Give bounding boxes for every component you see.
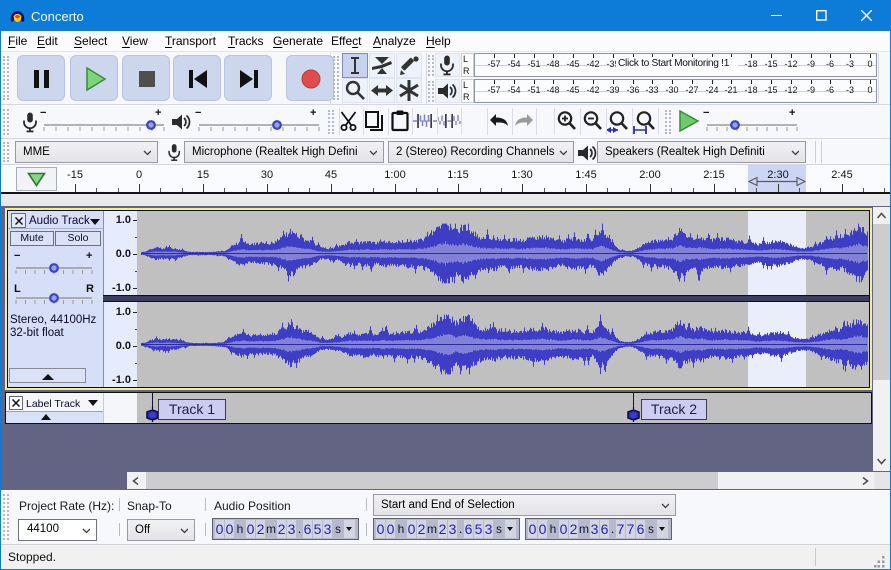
svg-text:−: − (703, 108, 709, 119)
svg-text:L: L (14, 284, 21, 295)
svg-text:R: R (86, 284, 94, 295)
svg-text:−: − (14, 250, 20, 262)
svg-text:+: + (789, 108, 795, 119)
svg-text:+: + (155, 108, 161, 119)
svg-text:+: + (86, 250, 92, 262)
svg-text:−: − (40, 108, 46, 119)
svg-text:−: − (195, 108, 201, 119)
svg-text:+: + (310, 108, 316, 119)
